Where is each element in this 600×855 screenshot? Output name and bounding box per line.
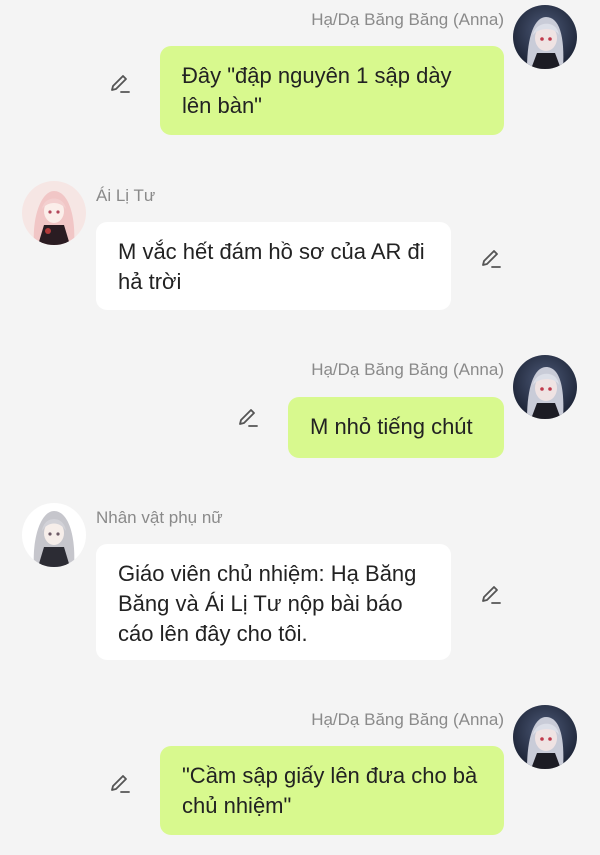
message-text: Giáo viên chủ nhiệm: Hạ Băng Băng và Ái … <box>118 561 417 646</box>
sender-name: Hạ/Dạ Băng Băng (Anna) <box>311 710 504 729</box>
sender-name: Nhân vật phụ nữ <box>96 508 223 527</box>
edit-icon[interactable] <box>108 772 132 796</box>
edit-icon[interactable] <box>236 406 260 430</box>
message-text: "Cầm sập giấy lên đưa cho bà chủ nhiệm" <box>182 763 478 818</box>
message-bubble[interactable]: M vắc hết đám hồ sơ của AR đi hả trời <box>96 222 451 310</box>
message-bubble[interactable]: Giáo viên chủ nhiệm: Hạ Băng Băng và Ái … <box>96 544 451 660</box>
edit-icon[interactable] <box>108 72 132 96</box>
sender-name: Hạ/Dạ Băng Băng (Anna) <box>311 360 504 379</box>
message-4: Nhân vật phụ nữ Giáo viên chủ nhiệm: Hạ … <box>0 503 600 668</box>
anna-avatar[interactable] <box>513 355 577 419</box>
message-bubble[interactable]: M nhỏ tiếng chút <box>288 397 504 458</box>
ai-li-tu-avatar[interactable] <box>22 181 86 245</box>
message-2: Ái Lị Tư M vắc hết đám hồ sơ của AR đi h… <box>0 181 600 316</box>
message-text: M nhỏ tiếng chút <box>310 414 473 439</box>
message-3: Hạ/Dạ Băng Băng (Anna) M nhỏ tiếng chút <box>0 355 600 460</box>
anna-avatar[interactable] <box>513 5 577 69</box>
message-1: Hạ/Dạ Băng Băng (Anna) Đây "đập nguyên 1… <box>0 5 600 140</box>
message-text: Đây "đập nguyên 1 sập dày lên bàn" <box>182 63 452 118</box>
edit-icon[interactable] <box>479 583 503 607</box>
edit-icon[interactable] <box>479 247 503 271</box>
message-bubble[interactable]: "Cầm sập giấy lên đưa cho bà chủ nhiệm" <box>160 746 504 835</box>
sender-name: Hạ/Dạ Băng Băng (Anna) <box>311 10 504 29</box>
message-text: M vắc hết đám hồ sơ của AR đi hả trời <box>118 239 425 294</box>
sender-name: Ái Lị Tư <box>96 186 156 205</box>
female-character-avatar[interactable] <box>22 503 86 567</box>
message-bubble[interactable]: Đây "đập nguyên 1 sập dày lên bàn" <box>160 46 504 135</box>
anna-avatar[interactable] <box>513 705 577 769</box>
message-5: Hạ/Dạ Băng Băng (Anna) "Cầm sập giấy lên… <box>0 705 600 840</box>
